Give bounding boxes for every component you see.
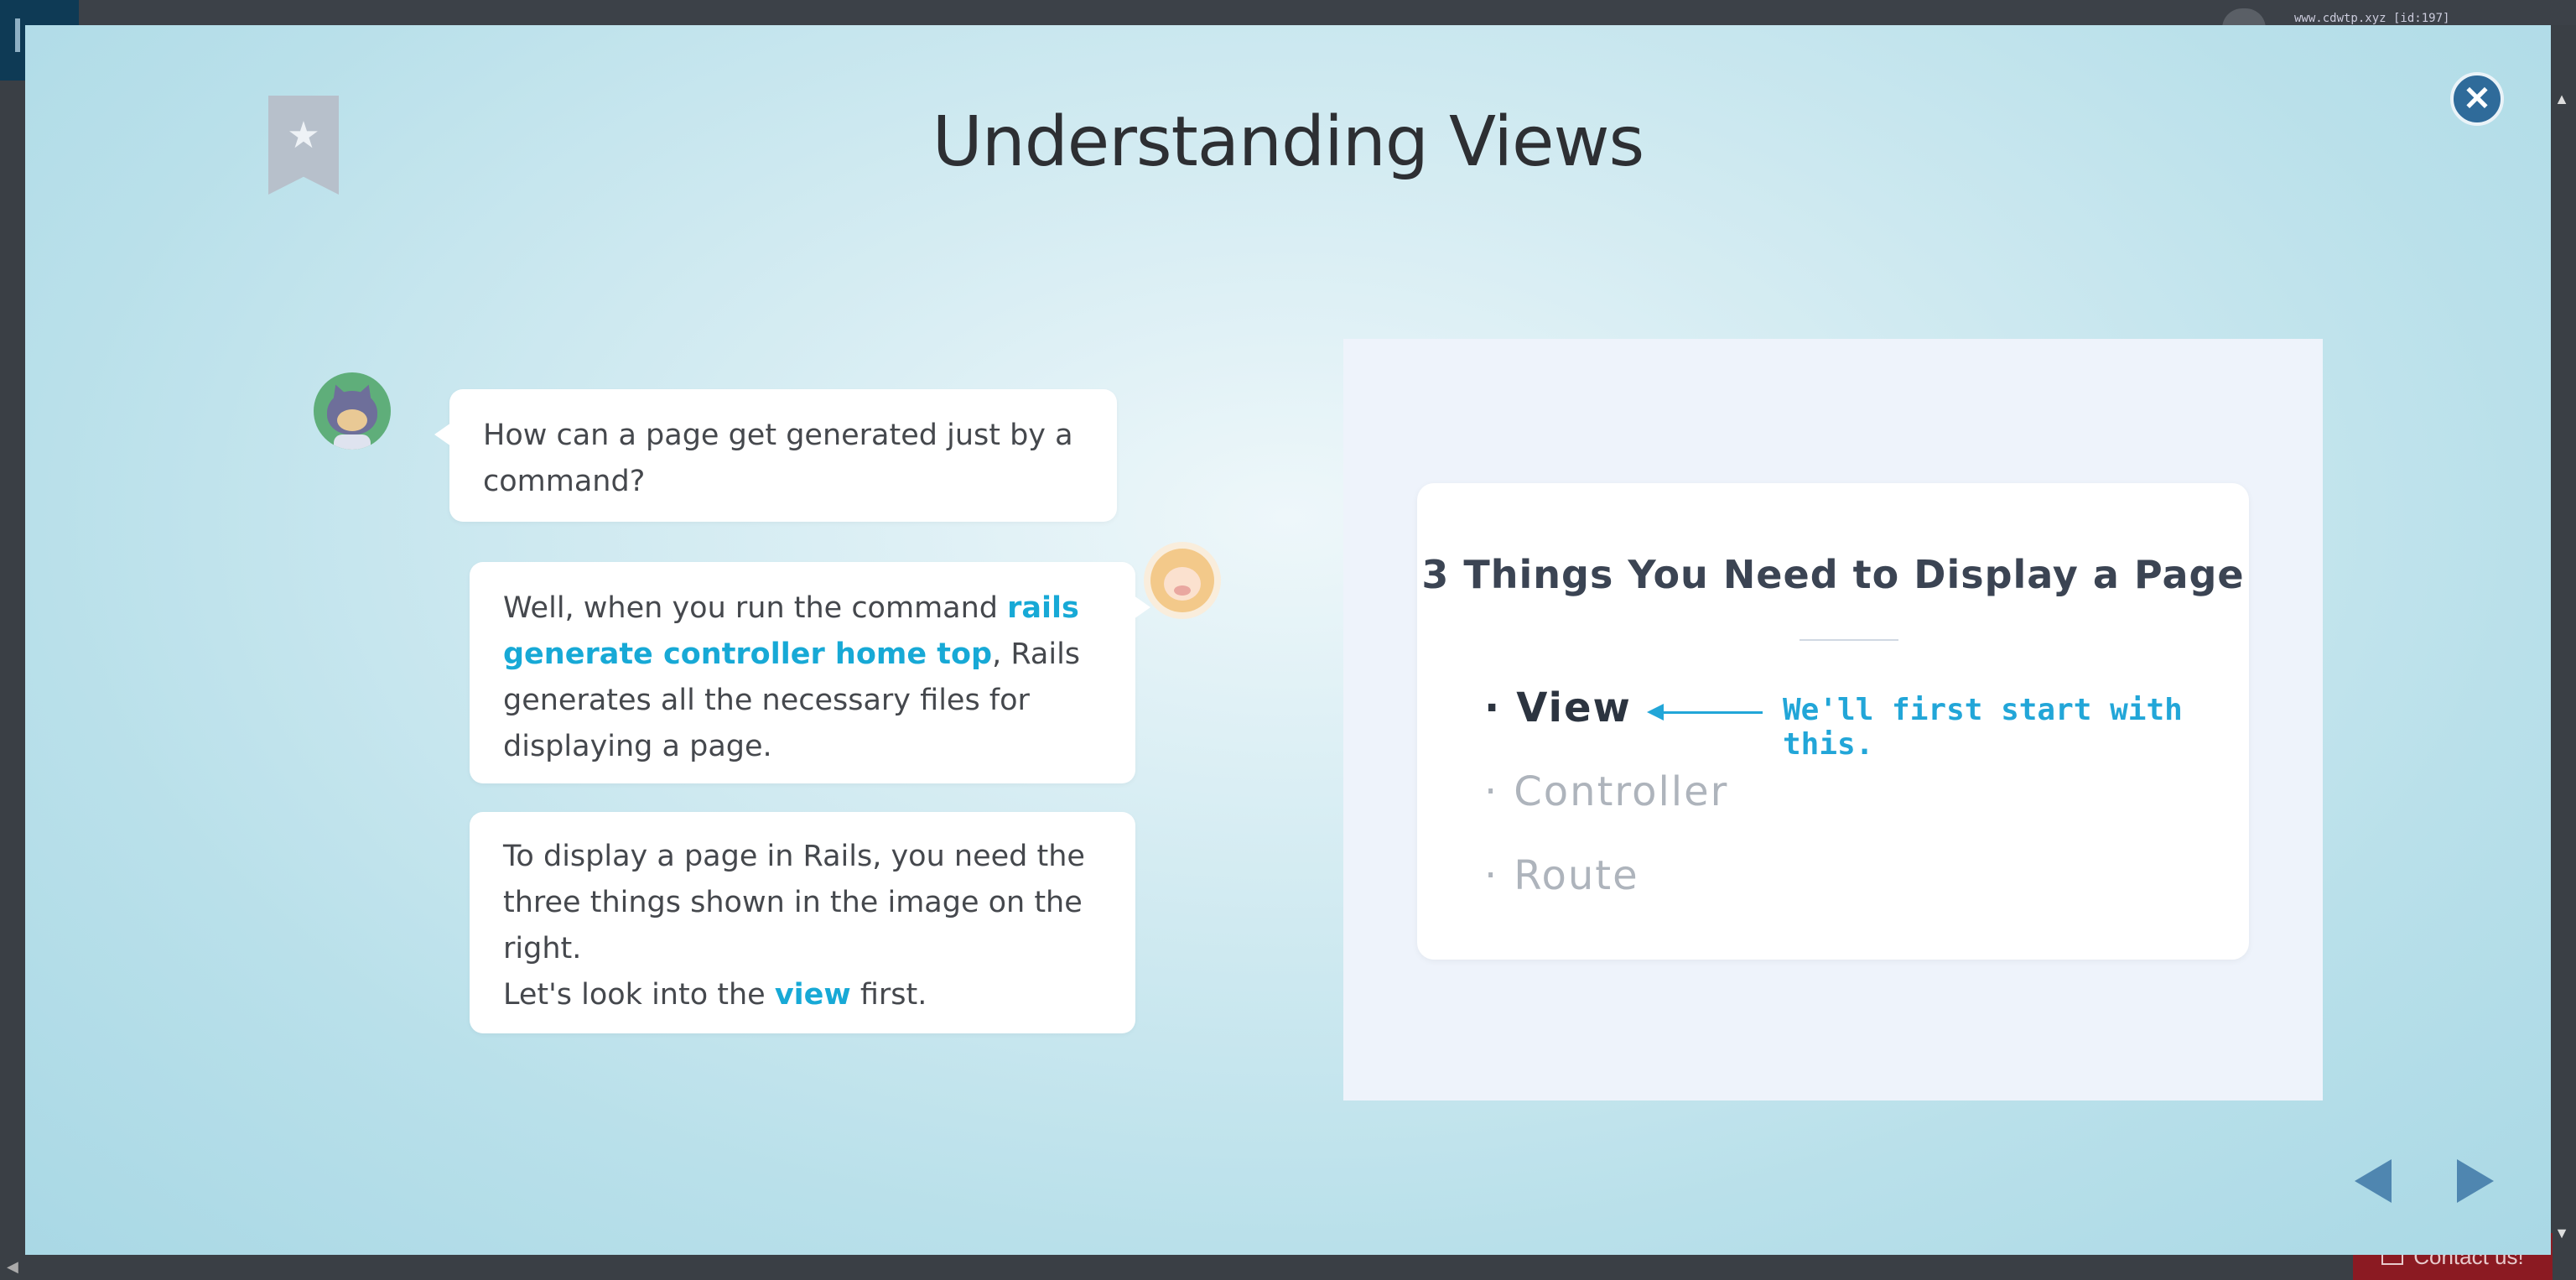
slide-item-view-label: View — [1516, 684, 1632, 731]
slide-divider — [1800, 639, 1898, 641]
slide-note: We'll first start with this. — [1783, 693, 2183, 762]
next-slide-button[interactable] — [2457, 1159, 2494, 1203]
chat-bubble-answer-2: To display a page in Rails, you need the… — [470, 812, 1135, 1033]
close-icon: ✕ — [2463, 81, 2491, 117]
close-button[interactable]: ✕ — [2450, 72, 2504, 126]
answer-2-line-2-prefix: Let's look into the — [503, 978, 775, 1012]
slide-item-route: · Route — [1484, 852, 1639, 899]
chat-bubble-question: How can a page get generated just by a c… — [434, 389, 1117, 522]
slide-item-controller-label: Controller — [1514, 768, 1729, 815]
cat-character-avatar — [314, 372, 391, 450]
page-title: Understanding Views — [932, 102, 1645, 182]
background-topbar — [0, 0, 2576, 25]
scroll-left-icon[interactable]: ◀ — [7, 1258, 18, 1276]
answer-1-prefix: Well, when you run the command — [503, 591, 1008, 625]
chat-bubble-answer-1: Well, when you run the command rails gen… — [470, 562, 1150, 783]
slide-image-panel: 3 Things You Need to Display a Page · Vie… — [1343, 339, 2323, 1100]
prev-slide-button[interactable] — [2355, 1159, 2392, 1203]
slide-item-view: · View — [1484, 684, 1632, 731]
slide-card: 3 Things You Need to Display a Page · Vie… — [1417, 483, 2249, 960]
scroll-down-icon[interactable]: ▼ — [2554, 1225, 2569, 1242]
background-bottom-bar — [0, 1255, 2576, 1280]
background-url-text: www.cdwtp.xyz [id:197] — [2294, 12, 2450, 25]
slide-title: 3 Things You Need to Display a Page — [1421, 552, 2245, 597]
slide-item-controller: · Controller — [1484, 768, 1729, 815]
answer-2-line-1: To display a page in Rails, you need the… — [503, 840, 1085, 965]
answer-2-view-highlight: view — [774, 978, 851, 1012]
lesson-modal: ★ Understanding Views ✕ How can a page g… — [25, 25, 2551, 1255]
arrow-line — [1654, 711, 1763, 714]
scroll-up-icon[interactable]: ▲ — [2554, 91, 2569, 108]
answer-2-line-2-suffix: first. — [850, 978, 927, 1012]
sheep-character-avatar — [1144, 542, 1221, 619]
slide-item-route-label: Route — [1514, 852, 1639, 899]
question-text: How can a page get generated just by a c… — [483, 419, 1073, 498]
